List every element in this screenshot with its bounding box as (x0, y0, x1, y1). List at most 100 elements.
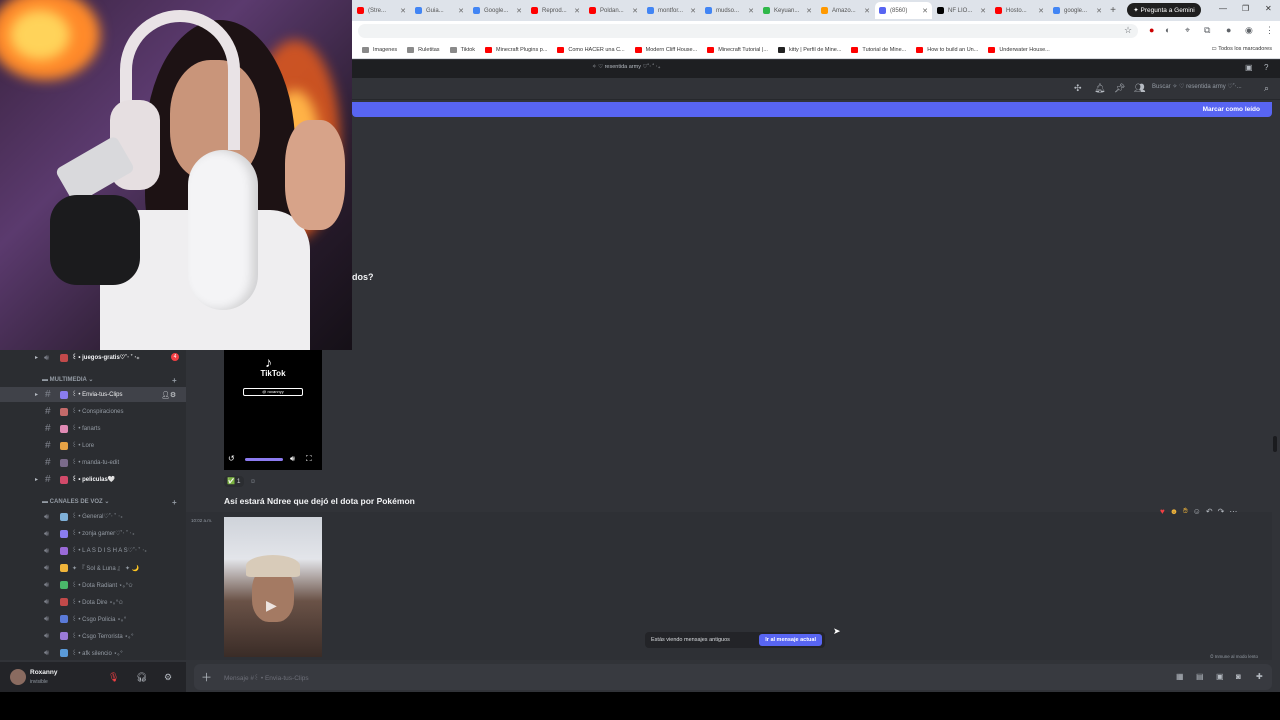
text-channel[interactable]: # ꒰ • manda-tu-edit (0, 455, 186, 470)
tab-close-icon[interactable]: ✕ (1096, 7, 1102, 15)
bookmark-item[interactable]: Minecraft Tutorial |... (707, 46, 768, 53)
minimize-icon[interactable]: — (1219, 4, 1227, 13)
gift-icon[interactable]: ▤ (1196, 672, 1204, 681)
tab-close-icon[interactable]: ✕ (516, 7, 522, 15)
voice-channel[interactable]: 🔊︎ ꒰ • L A S D I S H A S♡˚‧ ˚ ‧₊ (0, 543, 186, 558)
browser-tab[interactable]: Keyuan... ✕ (759, 2, 816, 19)
inbox-icon[interactable]: ▣ (1245, 63, 1253, 72)
voice-channel[interactable]: 🔊︎ ꒰ • afk silencio ⋆｡° (0, 645, 186, 660)
replay-icon[interactable]: ↺ (228, 454, 235, 463)
category-voz[interactable]: ▬ CANALES DE VOZ ⌄ + (42, 498, 177, 507)
mic-muted-icon[interactable]: 🎙︎ (108, 672, 119, 683)
browser-tab[interactable]: Hosto... ✕ (991, 2, 1048, 19)
browser-tab[interactable]: mudso... ✕ (701, 2, 758, 19)
reaction-pill[interactable]: ✅ 1 (224, 475, 244, 487)
bookmark-item[interactable]: Tutorial de Mine... (851, 46, 906, 53)
browser-tab[interactable]: google... ✕ (1049, 2, 1106, 19)
add-reaction-icon[interactable]: ☺ (250, 478, 257, 485)
search-icon[interactable]: ⌕ (1264, 83, 1269, 94)
voice-channel[interactable]: 🔊︎ ꒰ • zonja gamer♡˚‧ ˚ ‧₊ (0, 526, 186, 541)
tab-close-icon[interactable]: ✕ (980, 7, 986, 15)
bookmark-item[interactable]: Underwater House... (988, 46, 1050, 53)
video-attachment[interactable]: ▶ (224, 517, 322, 657)
bookmark-item[interactable]: Imagenes (362, 46, 397, 53)
threads-icon[interactable]: ✣ (1074, 83, 1082, 94)
thumb-reaction-icon[interactable]: ✋︎ (1183, 506, 1188, 516)
tab-close-icon[interactable]: ✕ (922, 7, 928, 15)
voice-channel[interactable]: 🔊︎ ꒰ • Dota Dire ⋆｡°✩ (0, 594, 186, 609)
menu-kebab-icon[interactable]: ⋮ (1265, 25, 1274, 36)
voice-channel[interactable]: 🔊︎ ꒰ • Csgo Policia ⋆｡° (0, 611, 186, 626)
browser-tab[interactable]: montfor... ✕ (643, 2, 700, 19)
tab-close-icon[interactable]: ✕ (1038, 7, 1044, 15)
restore-icon[interactable]: ❐ (1242, 4, 1249, 13)
channel-settings-icon[interactable]: 👤︎⚙ (161, 391, 176, 399)
emoji-picker-icon[interactable]: ✚ (1256, 672, 1263, 681)
browser-tab[interactable]: Poldan... ✕ (585, 2, 642, 19)
browser-tab[interactable]: Reprod... ✕ (527, 2, 584, 19)
category-multimedia[interactable]: ▬ MULTIMEDIA ⌄ + (42, 376, 177, 385)
tab-close-icon[interactable]: ✕ (632, 7, 638, 15)
tab-close-icon[interactable]: ✕ (690, 7, 696, 15)
help-icon[interactable]: ? (1264, 63, 1268, 72)
attach-plus-icon[interactable]: ＋ (201, 669, 212, 685)
bookmark-item[interactable]: How to build an Un... (916, 46, 978, 53)
tab-close-icon[interactable]: ✕ (864, 7, 870, 15)
tiktok-embed[interactable]: ♪ TikTok @ roxannyy ↺ 🔊︎ ⛶ (224, 350, 322, 470)
profile-icon[interactable]: ● (1226, 25, 1231, 35)
browser-tab[interactable]: NF LIO... ✕ (933, 2, 990, 19)
add-voice-channel-icon[interactable]: + (172, 498, 177, 507)
bookmark-item[interactable]: Ruletitas (407, 46, 440, 53)
pin-icon[interactable]: ⌖ (1185, 25, 1190, 36)
volume-icon[interactable]: 🔊︎ (290, 454, 295, 464)
voice-channel[interactable]: 🔊︎ ꒰ • Csgo Terrorista ⋆｡° (0, 628, 186, 643)
opera-extension-icon[interactable]: ● (1149, 25, 1154, 35)
omnibox[interactable] (358, 24, 1138, 38)
tab-close-icon[interactable]: ✕ (806, 7, 812, 15)
add-reaction-icon[interactable]: ☺ (1193, 507, 1201, 516)
close-window-icon[interactable]: ✕ (1265, 4, 1272, 13)
pin-icon[interactable]: 📌︎ (1114, 83, 1125, 94)
text-channel[interactable]: # ꒰ • Lore (0, 438, 186, 453)
text-channel[interactable]: # ꒰ • Conspiraciones (0, 404, 186, 419)
reply-icon[interactable]: ↶ (1206, 507, 1213, 516)
sticker-icon[interactable]: ◙ (1236, 672, 1241, 681)
text-channel[interactable]: ▸ # ꒰ • Envia-tus-Clips 👤︎⚙ (0, 387, 186, 402)
members-icon[interactable]: 👥︎ (1134, 83, 1145, 94)
browser-tab[interactable]: (Stre... ✕ (353, 2, 410, 19)
puzzle-icon[interactable]: ⧉ (1204, 25, 1210, 36)
new-messages-bar[interactable]: Marcar como leído (352, 102, 1272, 117)
more-icon[interactable]: ⋯ (1229, 507, 1237, 516)
bookmark-item[interactable]: Modern Cliff House... (634, 46, 697, 53)
text-channel[interactable]: # ꒰ • fanarts (0, 421, 186, 436)
browser-tab[interactable]: Amazo... ✕ (817, 2, 874, 19)
bell-icon[interactable]: 🔔︎ (1094, 83, 1105, 94)
message-composer[interactable]: ＋ Mensaje #꒰ • Envia-tus-Clips ▦ ▤ ▣ ◙ ✚ (194, 664, 1272, 690)
avatar-icon[interactable]: ◉ (1245, 25, 1253, 36)
tab-close-icon[interactable]: ✕ (748, 7, 754, 15)
tab-close-icon[interactable]: ✕ (574, 7, 580, 15)
apps-icon[interactable]: ▦ (1176, 672, 1184, 681)
browser-tab[interactable]: Guia... ✕ (411, 2, 468, 19)
gif-icon[interactable]: ▣ (1216, 672, 1224, 681)
scrollbar[interactable] (1273, 436, 1277, 452)
browser-tab[interactable]: Google... ✕ (469, 2, 526, 19)
bookmark-item[interactable]: Tiktok (449, 46, 475, 53)
bookmark-item[interactable]: Como HACER una C... (557, 46, 625, 53)
settings-gear-icon[interactable]: ⚙ (164, 672, 172, 683)
avatar[interactable] (10, 669, 26, 685)
tab-close-icon[interactable]: ✕ (400, 7, 406, 15)
add-channel-icon[interactable]: + (172, 376, 177, 385)
heart-reaction-icon[interactable]: ♥ (1160, 507, 1165, 516)
video-progress[interactable] (245, 458, 283, 461)
tab-close-icon[interactable]: ✕ (458, 7, 464, 15)
extension-icon[interactable]: ◐ (1165, 25, 1170, 35)
bookmark-item[interactable]: Minecraft Plugins p... (485, 46, 547, 53)
bookmark-item[interactable]: kitty | Perfil de Mine... (777, 46, 841, 53)
headphones-icon[interactable]: 🎧︎ (136, 672, 147, 683)
voice-channel[interactable]: 🔊︎ ꒰ • General♡˚‧ ˚ ‧₊ (0, 509, 186, 524)
fullscreen-icon[interactable]: ⛶ (306, 454, 312, 464)
voice-channel[interactable]: ▸ 🔊︎ ꒰ • juegos-gratis♡˚‧ ˚ ‧₊ (0, 350, 186, 365)
emoji-reaction-icon[interactable]: ☻ (1170, 507, 1178, 516)
jump-to-present-button[interactable]: Ir al mensaje actual (759, 634, 822, 646)
